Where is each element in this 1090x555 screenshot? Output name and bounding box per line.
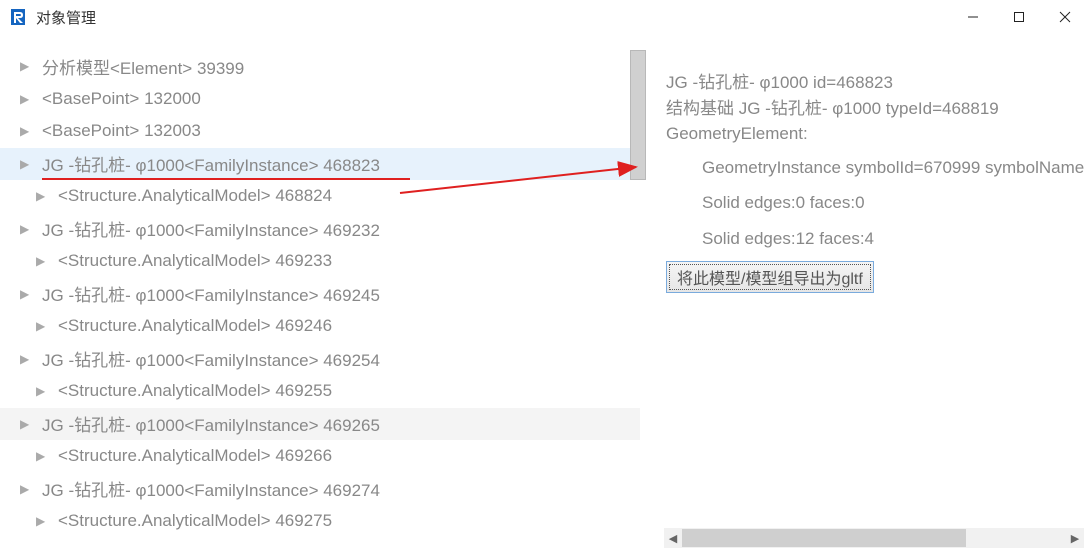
details-panel: JG -钻孔桩- φ1000 id=468823 结构基础 JG -钻孔桩- φ… (640, 34, 1090, 555)
detail-name: JG -钻孔桩- φ1000 id=468823 (666, 70, 1090, 96)
detail-type: 结构基础 JG -钻孔桩- φ1000 typeId=468819 (666, 96, 1090, 122)
tree-item[interactable]: ▶ <Structure.AnalyticalModel> 469266 (0, 440, 640, 473)
tree-item[interactable]: ▶ <BasePoint> 132000 (0, 83, 640, 116)
tree-item[interactable]: ▶ 分析模型<Element> 39399 (0, 50, 640, 83)
scroll-left-arrow-icon[interactable]: ◀ (664, 528, 682, 548)
tree-item[interactable]: ▶ <Structure.AnalyticalModel> 469255 (0, 375, 640, 408)
tree-item[interactable]: ▶ <BasePoint> 132003 (0, 115, 640, 148)
bottom-scrollbar[interactable]: ◀ ▶ (664, 528, 1084, 548)
tree-item[interactable]: ▶ JG -钻孔桩- φ1000<FamilyInstance> 469232 (0, 213, 640, 246)
tree-item-label: <BasePoint> 132003 (42, 121, 201, 141)
chevron-right-icon[interactable]: ▶ (20, 287, 34, 301)
tree-item-label: <Structure.AnalyticalModel> 468824 (58, 186, 332, 206)
window-controls (950, 0, 1088, 34)
export-gltf-button[interactable]: 将此模型/模型组导出为gltf (666, 261, 874, 293)
content-area: ▶分析模型<Element> 39399▶<BasePoint> 132000▶… (0, 34, 1090, 555)
chevron-right-icon[interactable]: ▶ (36, 449, 50, 463)
tree-item-label: JG -钻孔桩- φ1000<FamilyInstance> 469265 (42, 411, 380, 436)
tree-item[interactable]: ▶ JG -钻孔桩- φ1000<FamilyInstance> 468823 (0, 148, 640, 181)
tree-item-label: JG -钻孔桩- φ1000<FamilyInstance> 469274 (42, 476, 380, 501)
tree-item-label: <BasePoint> 132000 (42, 89, 201, 109)
chevron-right-icon[interactable]: ▶ (36, 189, 50, 203)
tree-item[interactable]: ▶ JG -钻孔桩- φ1000<FamilyInstance> 469265 (0, 408, 640, 441)
scroll-right-arrow-icon[interactable]: ▶ (1066, 528, 1084, 548)
tree-item-label: <Structure.AnalyticalModel> 469275 (58, 511, 332, 531)
detail-solid-2: Solid edges:12 faces:4 (666, 226, 1090, 252)
tree-item-label: JG -钻孔桩- φ1000<FamilyInstance> 469245 (42, 281, 380, 306)
maximize-button[interactable] (996, 0, 1042, 34)
chevron-right-icon[interactable]: ▶ (20, 417, 34, 431)
tree-item[interactable]: ▶ JG -钻孔桩- φ1000<FamilyInstance> 469274 (0, 473, 640, 506)
scroll-track[interactable] (682, 528, 1066, 548)
chevron-right-icon[interactable]: ▶ (20, 59, 34, 73)
tree-item[interactable]: ▶ <Structure.AnalyticalModel> 469246 (0, 310, 640, 343)
chevron-right-icon[interactable]: ▶ (20, 124, 34, 138)
chevron-right-icon[interactable]: ▶ (20, 222, 34, 236)
tree-item-label: JG -钻孔桩- φ1000<FamilyInstance> 469232 (42, 216, 380, 241)
tree-item-label: JG -钻孔桩- φ1000<FamilyInstance> 468823 (42, 151, 380, 176)
chevron-right-icon[interactable]: ▶ (36, 384, 50, 398)
chevron-right-icon[interactable]: ▶ (36, 319, 50, 333)
chevron-right-icon[interactable]: ▶ (20, 92, 34, 106)
tree-item-label: 分析模型<Element> 39399 (42, 54, 244, 79)
detail-geometry-instance: GeometryInstance symbolId=670999 symbolN… (666, 155, 1090, 181)
tree-panel[interactable]: ▶分析模型<Element> 39399▶<BasePoint> 132000▶… (0, 34, 640, 555)
tree-item[interactable]: ▶ <Structure.AnalyticalModel> 469233 (0, 245, 640, 278)
chevron-right-icon[interactable]: ▶ (36, 254, 50, 268)
close-button[interactable] (1042, 0, 1088, 34)
window-title: 对象管理 (36, 7, 950, 28)
tree-item[interactable]: ▶ JG -钻孔桩- φ1000<FamilyInstance> 469245 (0, 278, 640, 311)
app-icon-revit (8, 7, 28, 27)
tree-item[interactable]: ▶ JG -钻孔桩- φ1000<FamilyInstance> 469254 (0, 343, 640, 376)
tree-item-label: <Structure.AnalyticalModel> 469246 (58, 316, 332, 336)
chevron-right-icon[interactable]: ▶ (36, 514, 50, 528)
tree-item-label: JG -钻孔桩- φ1000<FamilyInstance> 469254 (42, 346, 380, 371)
tree-item-label: <Structure.AnalyticalModel> 469255 (58, 381, 332, 401)
tree-item[interactable]: ▶ <Structure.AnalyticalModel> 468824 (0, 180, 640, 213)
chevron-right-icon[interactable]: ▶ (20, 352, 34, 366)
detail-geometry-header: GeometryElement: (666, 121, 1090, 147)
scroll-thumb[interactable] (682, 529, 966, 547)
chevron-right-icon[interactable]: ▶ (20, 157, 34, 171)
tree-item[interactable]: ▶ <Structure.AnalyticalModel> 469275 (0, 505, 640, 538)
tree-item-label: <Structure.AnalyticalModel> 469233 (58, 251, 332, 271)
tree-item-label: <Structure.AnalyticalModel> 469266 (58, 446, 332, 466)
title-bar: 对象管理 (0, 0, 1090, 34)
chevron-right-icon[interactable]: ▶ (20, 482, 34, 496)
detail-solid-1: Solid edges:0 faces:0 (666, 190, 1090, 216)
minimize-button[interactable] (950, 0, 996, 34)
